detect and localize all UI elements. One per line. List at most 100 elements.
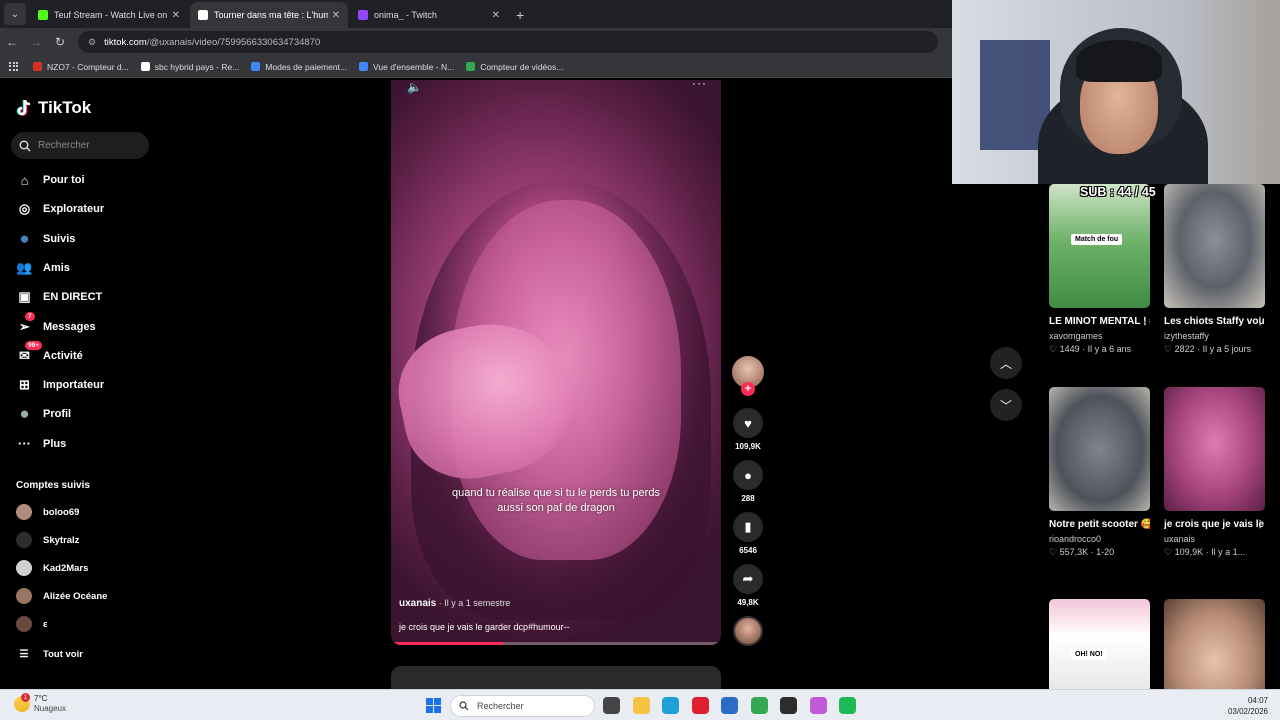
following-account[interactable]: boloo69 [16, 503, 79, 521]
previous-video-button[interactable]: ︿ [990, 347, 1022, 379]
suggested-video-title: LE MINOT MENTAL ! #olympisme...⋮ [1049, 315, 1150, 329]
address-bar[interactable]: ⚙ tiktok.com/@uxanais/video/759956633063… [78, 31, 938, 53]
suggested-video-author: izythestaffy [1164, 331, 1209, 341]
browser-tab[interactable]: onima_ - Twitch ✕ [350, 2, 508, 28]
sidebar-item-pour-toi[interactable]: ⌂ Pour toi [16, 169, 85, 191]
following-account[interactable]: Skytralz [16, 531, 79, 549]
back-icon[interactable]: ← [0, 35, 24, 49]
browser-tab[interactable]: Teuf Stream - Watch Live on Kick ✕ [30, 2, 188, 28]
file-explorer-icon[interactable] [632, 697, 650, 714]
close-tab-icon[interactable]: ✕ [492, 10, 500, 21]
author-name: uxanais [399, 598, 437, 609]
avatar [16, 504, 32, 520]
edge-icon[interactable] [662, 697, 679, 714]
more-options-icon[interactable]: ⋮ [1255, 518, 1265, 532]
store-icon[interactable] [721, 697, 738, 714]
more-options-icon[interactable]: ⋮ [1140, 518, 1150, 532]
tab-title: Tourner dans ma tête : L'humour [214, 10, 328, 20]
reload-icon[interactable]: ↻ [48, 35, 72, 49]
tiktok-logo[interactable]: TikTok [16, 98, 91, 118]
tab-title: onima_ - Twitch [374, 10, 437, 20]
tab-favicon-icon [198, 10, 208, 20]
video-thumbnail[interactable]: Match de fou [1049, 184, 1150, 308]
bookmark-label: Compteur de vidéos... [480, 61, 564, 72]
save-button[interactable]: ▮ 6546 [732, 512, 764, 555]
following-account[interactable]: Alizée Océane [16, 587, 107, 605]
bookmark-item[interactable]: sbc hybrid pays - Re... [140, 62, 239, 72]
chevron-up-icon: ︿ [999, 356, 1012, 371]
bookmark-item[interactable]: Compteur de vidéos... [466, 62, 563, 72]
bookmark-favicon-icon [33, 62, 42, 71]
bookmark-item[interactable]: Modes de paiement... [251, 62, 347, 72]
video-thumbnail[interactable] [1164, 184, 1265, 308]
clock-time: 04:07 [1247, 696, 1268, 705]
bookmark-label: Vue d'ensemble - N... [373, 61, 455, 72]
volume-icon[interactable]: 🔈 [407, 80, 422, 94]
next-video-button[interactable]: ﹀ [990, 389, 1022, 421]
taskbar-search-placeholder: Rechercher [477, 701, 524, 711]
webcam-overlay [952, 0, 1280, 184]
sidebar-item-en-direct[interactable]: ▣ EN DIRECT [16, 286, 102, 308]
browser-tab-bar: ⌄ Teuf Stream - Watch Live on Kick✕Tourn… [0, 0, 952, 28]
sidebar-item-importateur[interactable]: ⊞ Importateur [16, 374, 104, 396]
video-author[interactable]: uxanais · Il y a 1 semestre [399, 598, 510, 609]
tab-search-icon[interactable]: ⌄ [4, 3, 26, 25]
suggested-title-text: Notre petit scooter 🥰🙈🥹 [1049, 519, 1150, 530]
taskbar-search[interactable]: Rechercher [450, 695, 595, 717]
chevron-down-icon: ﹀ [999, 398, 1012, 413]
opera-icon[interactable] [691, 697, 709, 714]
obs-icon[interactable] [780, 697, 797, 714]
sidebar-item-amis[interactable]: 👥 Amis [16, 257, 70, 279]
bookmark-item[interactable]: NZO7 - Compteur d... [33, 62, 129, 72]
weather-widget[interactable]: 1 7°C Nuageux [14, 693, 66, 714]
tiktok-search-input[interactable]: Rechercher [11, 132, 149, 159]
site-info-icon[interactable]: ⚙ [88, 37, 96, 48]
forward-icon[interactable]: → [24, 35, 48, 49]
more-options-icon[interactable]: ⋮ [1255, 315, 1265, 329]
new-tab-button[interactable]: + [516, 7, 524, 23]
browser-tab[interactable]: Tourner dans ma tête : L'humour ✕ [190, 2, 348, 28]
task-view-icon[interactable] [603, 697, 620, 714]
suggested-video-card[interactable]: Les chiots Staffy vous bercent...⋮ izythe… [1164, 184, 1265, 355]
video-description[interactable]: je crois que je vais le garder dcp#humou… [399, 622, 570, 632]
following-section-title: Comptes suivis [16, 480, 90, 491]
music-disc[interactable] [733, 616, 763, 646]
app-icon[interactable] [809, 697, 827, 714]
sidebar-item-explorateur[interactable]: ◎ Explorateur [16, 198, 104, 220]
following-account[interactable]: Kad2Mars [16, 559, 88, 577]
comment-button[interactable]: ● 288 [732, 460, 764, 503]
sidebar-item-activit-[interactable]: ✉ 99+ Activité [16, 341, 83, 367]
more-options-icon[interactable]: ··· [692, 80, 707, 90]
video-thumbnail[interactable] [1164, 387, 1265, 511]
bookmark-item[interactable]: Vue d'ensemble - N... [359, 62, 454, 72]
sidebar-item-messages[interactable]: ➢ 7 Messages [16, 312, 96, 338]
clock-date: 03/02/2026 [1227, 707, 1268, 716]
notification-badge: 7 [25, 312, 35, 321]
spotify-icon[interactable] [839, 697, 856, 714]
close-tab-icon[interactable]: ✕ [172, 10, 180, 21]
system-clock[interactable]: 04:07 03/02/2026 [1228, 695, 1268, 717]
chrome-icon[interactable] [750, 697, 768, 714]
following-account[interactable]: ε [16, 615, 48, 633]
follow-plus-icon[interactable]: + [741, 382, 755, 396]
close-tab-icon[interactable]: ✕ [332, 10, 340, 21]
suggested-video-card[interactable]: je crois que je vais le garder dcp...⋮ ux… [1164, 387, 1265, 558]
share-button[interactable]: ➦ 49,8K [732, 564, 764, 607]
sidebar-item-suivis[interactable]: ● Suivis [16, 228, 75, 250]
more-options-icon[interactable]: ⋮ [1140, 315, 1150, 329]
see-all-following[interactable]: ☰ Tout voir [16, 645, 83, 663]
suggested-video-card[interactable]: Match de fou LE MINOT MENTAL ! #olympisme… [1049, 184, 1150, 355]
suggested-video-title: je crois que je vais le garder dcp...⋮ [1164, 518, 1265, 532]
sidebar-item-profil[interactable]: ● Profil [16, 403, 71, 425]
video-player[interactable]: 🔈 ··· quand tu réalise que si tu le perd… [391, 80, 721, 645]
save-count: 6546 [739, 546, 757, 555]
start-button[interactable] [426, 698, 441, 713]
more-icon: ··· [18, 436, 31, 452]
sidebar-item-plus[interactable]: ··· Plus [16, 433, 66, 455]
suggested-video-card[interactable]: Notre petit scooter 🥰🙈🥹⋮ rioandrocco0 ♡ 55… [1049, 387, 1150, 558]
like-button[interactable]: ♥ 109,9K [732, 408, 764, 451]
video-progress-bar[interactable] [391, 642, 721, 645]
video-thumbnail[interactable] [1049, 387, 1150, 511]
post-time: · Il y a 1 semestre [436, 598, 511, 608]
apps-grid-icon[interactable] [9, 61, 19, 72]
